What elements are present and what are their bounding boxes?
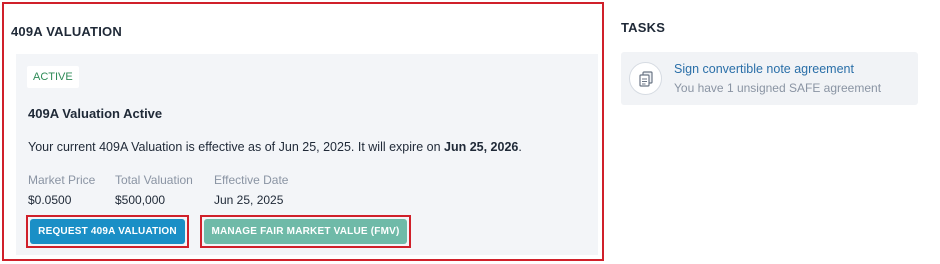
request-409a-valuation-button[interactable]: REQUEST 409A VALUATION bbox=[30, 219, 185, 244]
card-title: 409A Valuation Active bbox=[28, 106, 163, 121]
task-item-sign-convertible-note[interactable]: Sign convertible note agreement You have… bbox=[621, 52, 918, 105]
metric-label: Market Price bbox=[28, 173, 96, 187]
manage-button-highlight: MANAGE FAIR MARKET VALUE (FMV) bbox=[200, 215, 411, 248]
metric-effective-date: Effective Date Jun 25, 2025 bbox=[214, 173, 288, 207]
valuation-card: ACTIVE 409A Valuation Active Your curren… bbox=[16, 54, 598, 255]
request-button-highlight: REQUEST 409A VALUATION bbox=[26, 215, 189, 248]
metric-value: Jun 25, 2025 bbox=[214, 193, 284, 207]
expiry-date: Jun 25, 2026 bbox=[444, 140, 519, 154]
summary-period: . bbox=[518, 140, 522, 154]
valuation-summary: Your current 409A Valuation is effective… bbox=[28, 140, 522, 154]
task-subtitle: You have 1 unsigned SAFE agreement bbox=[674, 81, 882, 95]
metric-market-price: Market Price $0.0500 bbox=[28, 173, 95, 207]
summary-text: Your current 409A Valuation is effective… bbox=[28, 140, 444, 154]
task-title: Sign convertible note agreement bbox=[674, 62, 854, 76]
valuation-panel: 409A VALUATION ACTIVE 409A Valuation Act… bbox=[2, 2, 604, 261]
manage-fmv-button[interactable]: MANAGE FAIR MARKET VALUE (FMV) bbox=[204, 219, 407, 244]
tasks-title: TASKS bbox=[621, 20, 666, 35]
metric-value: $0.0500 bbox=[28, 193, 72, 207]
document-stack-icon bbox=[629, 62, 662, 95]
section-title: 409A VALUATION bbox=[11, 24, 122, 39]
metric-value: $500,000 bbox=[115, 193, 166, 207]
metric-label: Total Valuation bbox=[115, 173, 193, 187]
status-badge: ACTIVE bbox=[27, 66, 79, 88]
metric-total-valuation: Total Valuation $500,000 bbox=[115, 173, 193, 207]
metric-label: Effective Date bbox=[214, 173, 289, 187]
